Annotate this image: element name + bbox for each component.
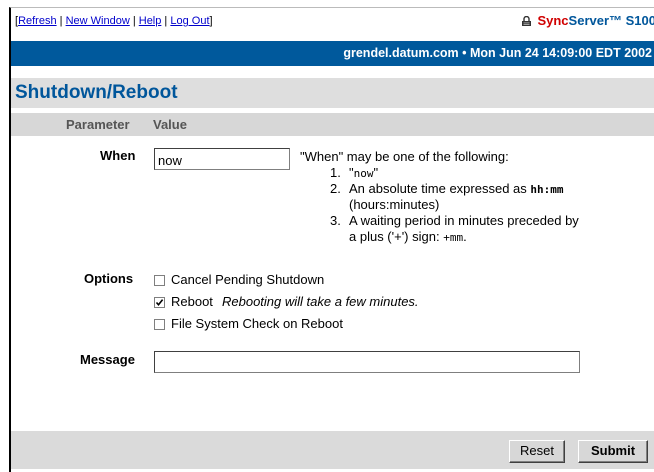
- when-item-1: "now": [349, 165, 379, 180]
- checkmark-icon: [155, 299, 164, 307]
- when-item-3: A waiting period in minutes preceded by: [349, 213, 579, 228]
- when-item-2: An absolute time expressed as hh:mm: [349, 181, 564, 196]
- footer-bar: Reset Submit: [11, 431, 654, 469]
- help-link[interactable]: Help: [139, 15, 162, 27]
- brand-logo: SyncServer™ S100: [521, 13, 654, 28]
- options-label: Options: [84, 271, 134, 286]
- column-header: Parameter Value: [11, 113, 654, 136]
- brand-sync: Sync: [537, 13, 569, 28]
- when-label: When: [100, 148, 136, 163]
- when-item-2-line2: (hours:minutes): [349, 197, 440, 212]
- page-frame: [Refresh | New Window | Help | Log Out] …: [9, 7, 654, 472]
- reboot-label: Reboot: [171, 294, 213, 309]
- when-input[interactable]: [154, 148, 290, 170]
- when-item-1-num: 1.: [330, 165, 341, 180]
- fsck-checkbox[interactable]: [154, 319, 165, 330]
- fsck-label: File System Check on Reboot: [171, 316, 343, 331]
- parameter-header: Parameter: [66, 117, 130, 132]
- log-out-link[interactable]: Log Out: [170, 15, 209, 27]
- when-item-2-num: 2.: [330, 181, 341, 196]
- lock-icon: [521, 14, 532, 26]
- value-header: Value: [153, 117, 187, 132]
- new-window-link[interactable]: New Window: [66, 15, 130, 27]
- status-bar: grendel.datum.com • Mon Jun 24 14:09:00 …: [11, 41, 654, 66]
- when-item-3-line2: a plus ('+') sign: +mm.: [349, 229, 467, 244]
- host-date-text: grendel.datum.com • Mon Jun 24 14:09:00 …: [343, 46, 652, 60]
- title-bar: Shutdown/Reboot: [11, 78, 654, 108]
- page-title: Shutdown/Reboot: [15, 82, 178, 103]
- cancel-pending-checkbox[interactable]: [154, 275, 165, 286]
- refresh-link[interactable]: Refresh: [18, 15, 57, 27]
- reboot-checkbox[interactable]: [154, 297, 165, 308]
- cancel-pending-label: Cancel Pending Shutdown: [171, 272, 325, 287]
- message-input[interactable]: [154, 351, 580, 373]
- when-help-intro: "When" may be one of the following:: [300, 149, 509, 164]
- message-label: Message: [80, 352, 135, 367]
- reboot-note: Rebooting will take a few minutes.: [222, 294, 419, 309]
- submit-button[interactable]: Submit: [578, 440, 648, 463]
- top-bar: [Refresh | New Window | Help | Log Out] …: [11, 8, 654, 37]
- when-item-3-num: 3.: [330, 213, 341, 228]
- brand-server: Server™ S100: [568, 13, 654, 28]
- reset-button[interactable]: Reset: [509, 440, 565, 463]
- top-links: [Refresh | New Window | Help | Log Out]: [15, 15, 213, 27]
